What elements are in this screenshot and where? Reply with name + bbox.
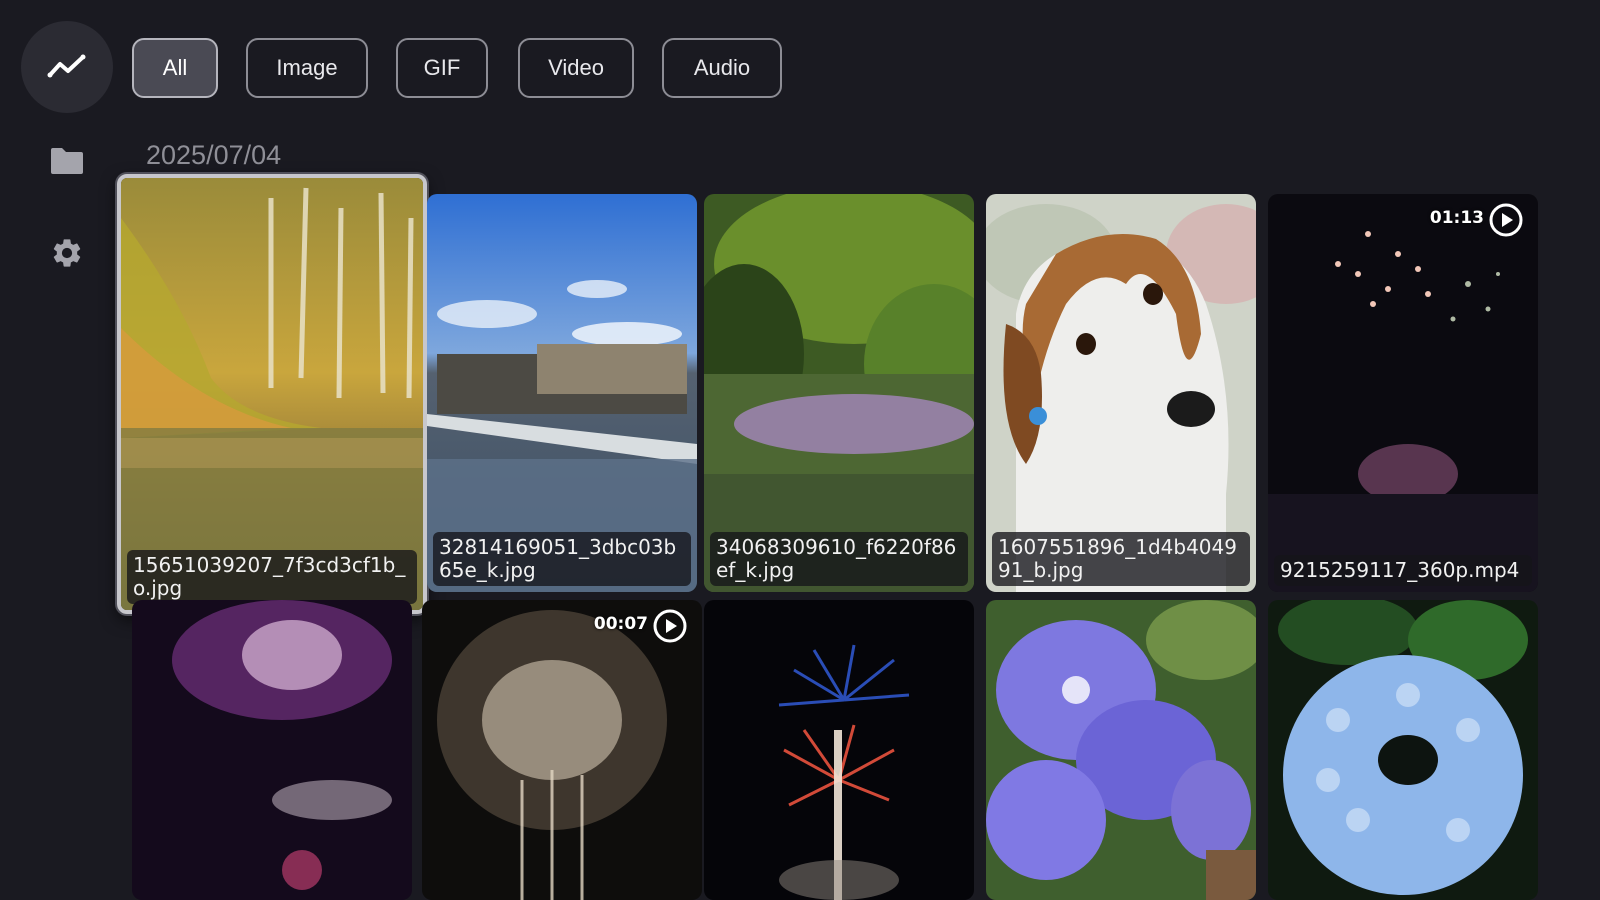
media-caption: 32814169051_3dbc03b65e_k.jpg [433,532,691,586]
filter-gif[interactable]: GIF [396,38,488,98]
play-icon [1489,203,1523,237]
video-duration: 00:07 [593,614,648,634]
filter-image[interactable]: Image [246,38,368,98]
media-tile-6[interactable] [132,600,412,900]
media-tile-5[interactable]: 01:13 9215259117_360p.mp4 [1268,194,1538,592]
fireworks-thumbnail [1268,194,1538,592]
trending-button[interactable] [21,21,113,113]
filter-all[interactable]: All [132,38,218,98]
media-caption: 34068309610_f6220f86ef_k.jpg [710,532,968,586]
folder-button[interactable] [46,140,88,182]
media-tile-10[interactable] [1268,600,1538,900]
media-tile-3[interactable]: 34068309610_f6220f86ef_k.jpg [704,194,974,592]
media-caption: 9215259117_360p.mp4 [1274,555,1532,586]
fireworks-thumbnail [422,600,702,900]
media-tile-4[interactable]: 1607551896_1d4b404991_b.jpg [986,194,1256,592]
media-tile-8[interactable] [704,600,974,900]
morning-glory-thumbnail [986,600,1256,900]
media-tile-7[interactable]: 00:07 [422,600,702,900]
gear-icon [53,239,81,267]
lake-forest-thumbnail [121,178,423,610]
play-icon [653,609,687,643]
hydrangea-thumbnail [1268,600,1538,900]
media-caption: 15651039207_7f3cd3cf1b_o.jpg [127,550,417,604]
fireworks-thumbnail [132,600,412,900]
folder-icon [51,148,83,174]
settings-button[interactable] [46,232,88,274]
trending-icon [47,54,86,78]
media-tile-9[interactable] [986,600,1256,900]
fireworks-thumbnail [704,600,974,900]
media-caption: 1607551896_1d4b404991_b.jpg [992,532,1250,586]
media-tile-2[interactable]: 32814169051_3dbc03b65e_k.jpg [427,194,697,592]
media-tile-1[interactable]: 15651039207_7f3cd3cf1b_o.jpg [117,174,427,614]
group-date: 2025/07/04 [146,140,282,170]
filter-video[interactable]: Video [518,38,634,98]
filter-audio[interactable]: Audio [662,38,782,98]
video-duration: 01:13 [1429,208,1484,228]
